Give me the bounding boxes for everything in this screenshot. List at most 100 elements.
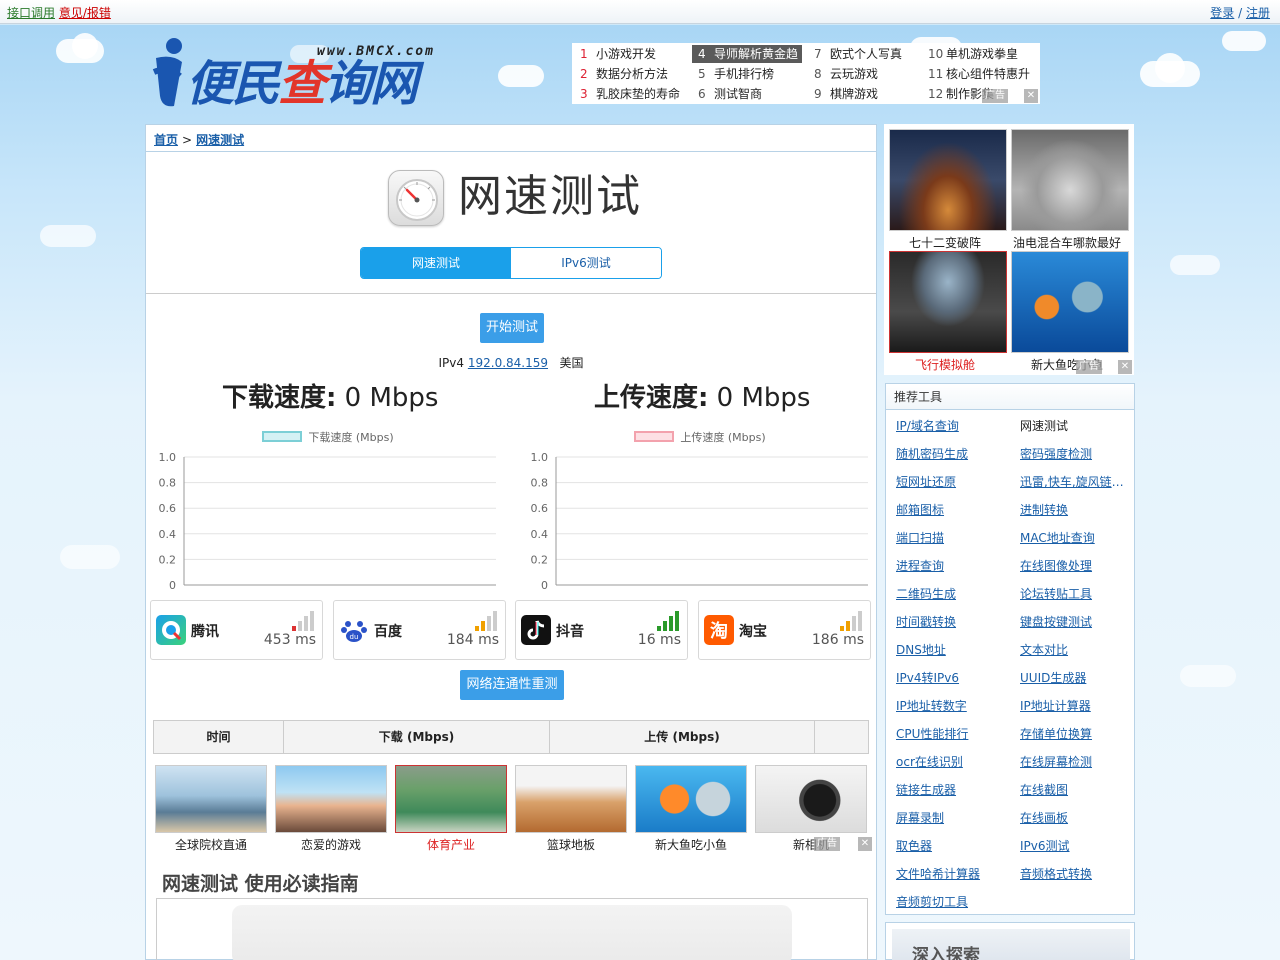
ping-site-name: 百度 [374,624,402,640]
tab-speed-test[interactable]: 网速测试 [361,248,511,278]
ad-close-icon[interactable]: ✕ [1118,360,1132,374]
start-test-button[interactable]: 开始测试 [480,313,544,343]
tool-link[interactable]: 端口扫描 [896,529,1006,546]
baidu-logo-icon: du [339,615,369,645]
tool-link[interactable]: 在线屏幕检测 [1020,753,1130,770]
tool-link[interactable]: 时间戳转换 [896,613,1006,630]
ad-thumb[interactable]: 飞行模拟舱 [889,251,1007,373]
ad-close-icon[interactable]: ✕ [1024,89,1038,103]
logo-text: 便民查询网 [186,56,418,112]
tool-link[interactable]: 屏幕录制 [896,809,1006,826]
tool-link[interactable]: IP/域名查询 [896,417,1006,434]
ad-thumb[interactable]: 体育产业 [395,765,507,853]
site-logo[interactable]: www.BMCX.com 便民查询网 [152,36,456,114]
tool-link[interactable]: 在线画板 [1020,809,1130,826]
tab-ipv6-test[interactable]: IPv6测试 [511,248,661,278]
ping-latency: 186 ms [811,632,864,648]
tool-link[interactable]: IPv6测试 [1020,837,1130,854]
ad-thumb[interactable]: 篮球地板 [515,765,627,853]
upload-speed-value: 0 Mbps [716,383,811,413]
tool-link[interactable]: 音频剪切工具 [896,893,1006,910]
tool-link[interactable]: 进程查询 [896,557,1006,574]
api-link[interactable]: 接口调用 [7,6,55,20]
hot-item[interactable]: 11 核心组件特惠升 [922,65,1038,83]
col-time: 时间 [154,721,284,753]
ad-thumb[interactable]: 七十二变破阵 [889,129,1007,251]
ip-address-link[interactable]: 192.0.84.159 [468,356,548,370]
hot-item[interactable]: 5 手机排行榜 [692,65,802,83]
upload-speed-label: 上传速度: [594,383,709,413]
tool-link[interactable]: 随机密码生成 [896,445,1006,462]
upload-chart-plot: 1.0 0.8 0.6 0.4 0.2 0 [531,451,868,592]
tool-link[interactable]: 取色器 [896,837,1006,854]
login-link[interactable]: 登录 [1210,6,1234,20]
register-link[interactable]: 注册 [1246,6,1270,20]
feedback-link[interactable]: 意见/报错 [59,6,111,20]
ad-thumb[interactable]: 全球院校直通 [155,765,267,853]
tool-link[interactable]: 链接生成器 [896,781,1006,798]
ad-image [155,765,267,833]
tool-link[interactable]: MAC地址查询 [1020,529,1130,546]
hot-item[interactable]: 8 云玩游戏 [808,65,918,83]
signal-bar [663,621,667,631]
col-action [815,721,868,753]
hot-rank: 10 [928,47,944,61]
signal-bar [310,611,314,631]
hot-item[interactable]: 1 小游戏开发 [574,45,684,63]
ip-info: IPv4 192.0.84.159 美国 [146,354,876,371]
ad-thumb[interactable]: 恋爱的游戏 [275,765,387,853]
ad-image [395,765,507,833]
tool-link[interactable]: DNS地址 [896,641,1006,658]
ad-image [889,129,1007,231]
ping-card-douyin: 抖音 16 ms [515,600,688,660]
ad-thumb[interactable]: 新大鱼吃小鱼 [1011,251,1129,373]
retest-connectivity-button[interactable]: 网络连通性重测 [460,670,564,700]
main-panel: 首页 > 网速测试 网速测试 网速测试 IPv6测试 开始测试 IPv4 192.0… [145,124,877,960]
ad-thumb[interactable]: 新大鱼吃小鱼 [635,765,747,853]
tool-link[interactable]: IP地址转数字 [896,697,1006,714]
tool-link[interactable]: 论坛转贴工具 [1020,585,1130,602]
tool-link[interactable]: 文件哈希计算器 [896,865,1006,882]
tool-link[interactable]: 邮箱图标 [896,501,1006,518]
ip-location: 美国 [559,356,584,370]
tool-link[interactable]: 在线图像处理 [1020,557,1130,574]
hot-item[interactable]: 6 测试智商 [692,85,802,103]
hot-text: 棋牌游戏 [830,87,879,101]
signal-bar [481,621,485,631]
hot-item[interactable]: 7 欧式个人写真 [808,45,918,63]
signal-bar [304,616,308,631]
hot-item[interactable]: 12 制作影集 [922,85,1038,103]
tool-link[interactable]: 迅雷,快车,旋风链接转换 [1020,473,1130,490]
hot-item[interactable]: 2 数据分析方法 [574,65,684,83]
ad-thumb[interactable]: 新相机 [755,765,867,853]
ad-close-icon[interactable]: ✕ [858,837,872,851]
hot-item[interactable]: 9 棋牌游戏 [808,85,918,103]
tool-link[interactable]: 进制转换 [1020,501,1130,518]
breadcrumb-home[interactable]: 首页 [154,133,178,147]
tool-link[interactable]: 短网址还原 [896,473,1006,490]
tool-link[interactable]: CPU性能排行 [896,725,1006,742]
tool-link[interactable]: 文本对比 [1020,641,1130,658]
hot-text: 欧式个人写真 [830,47,903,61]
tool-link[interactable]: 在线截图 [1020,781,1130,798]
tool-link[interactable]: ocr在线识别 [896,753,1006,770]
tool-link[interactable]: 键盘按键测试 [1020,613,1130,630]
tool-link[interactable]: 存储单位换算 [1020,725,1130,742]
cloud-decoration [1222,31,1266,51]
hot-item[interactable]: 10 单机游戏拳皇 [922,45,1038,63]
breadcrumb-separator: > [182,133,193,147]
hot-rank: 9 [814,87,822,101]
tool-link[interactable]: UUID生成器 [1020,669,1130,686]
hot-item[interactable]: 3 乳胶床垫的寿命 [574,85,684,103]
tool-link[interactable]: IP地址计算器 [1020,697,1130,714]
tool-link[interactable]: 密码强度检测 [1020,445,1130,462]
ad-label: 广告 [982,89,1008,103]
hot-text: 乳胶床垫的寿命 [596,87,681,101]
hot-item[interactable]: 4 导师解析黄金趋 [692,45,802,63]
tool-link[interactable]: 音频格式转换 [1020,865,1130,882]
tool-link[interactable]: IPv4转IPv6 [896,669,1006,686]
ad-thumb[interactable]: 油电混合车哪款最好 [1011,129,1129,251]
breadcrumb-current[interactable]: 网速测试 [196,133,244,147]
ad-caption: 恋爱的游戏 [300,838,361,852]
tool-link[interactable]: 二维码生成 [896,585,1006,602]
